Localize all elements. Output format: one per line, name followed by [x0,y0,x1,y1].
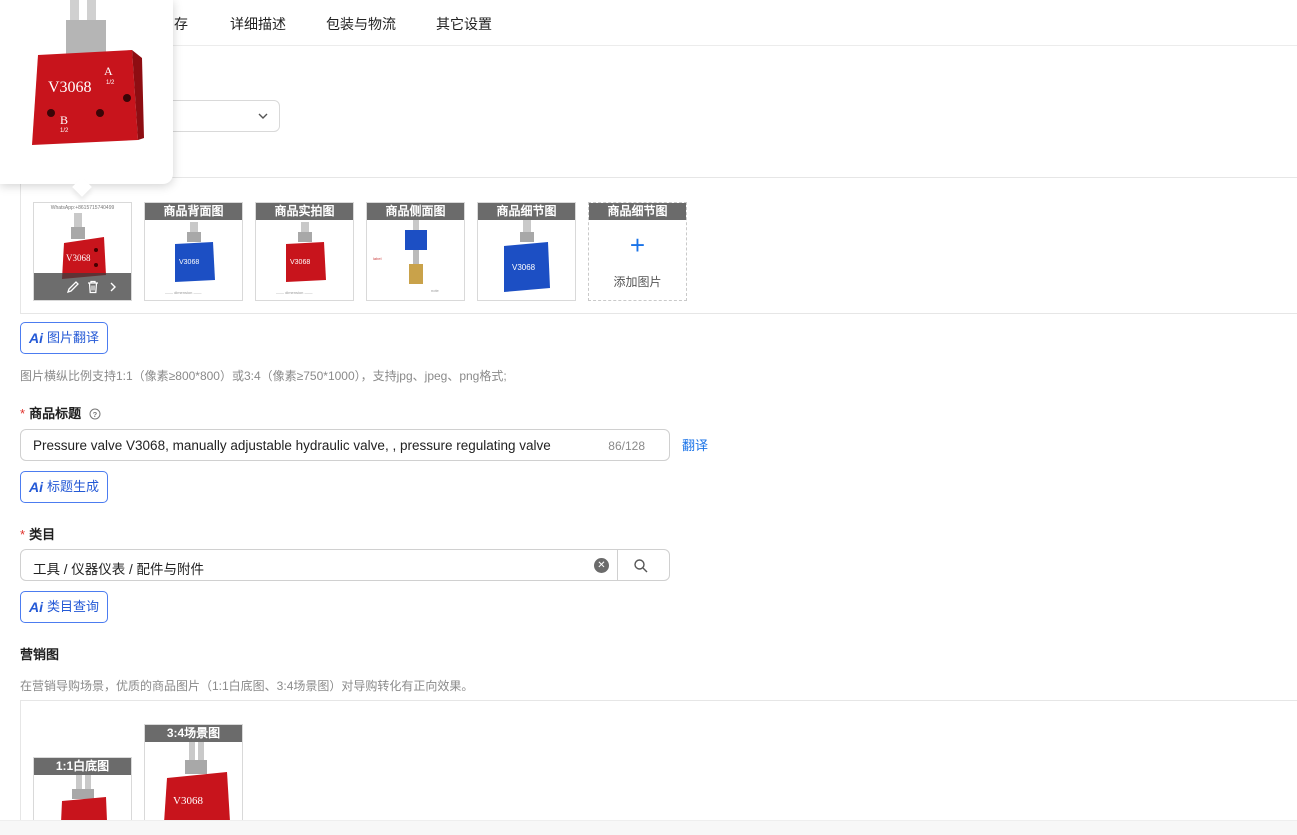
image-format-hint: 图片横纵比例支持1:1（像素≥800*800）或3:4（像素≥750*1000）… [20,369,507,383]
add-image-button[interactable]: 商品细节图 + 添加图片 [588,202,687,301]
marketing-images-hint: 在营销导购场景，优质的商品图片（1:1白底图、3:4场景图）对导购转化有正向效果… [20,679,474,693]
svg-text:note: note [431,288,440,293]
chevron-right-icon[interactable] [108,281,118,293]
ai-icon: Ai [29,599,43,615]
side-image-thumb[interactable]: 商品侧面图 label note [366,202,465,301]
add-image-label: 添加图片 [613,275,662,289]
svg-text:1/2: 1/2 [106,80,115,86]
image-caption: 商品细节图 [589,203,686,220]
chevron-down-icon [258,113,268,119]
scene-image-thumb[interactable]: 3:4场景图 V3068 [144,724,243,835]
plus-icon: + [629,230,646,260]
help-icon[interactable]: ? [89,408,101,420]
tab-inventory[interactable]: 存 [174,14,188,34]
image-caption: 商品背面图 [145,203,242,220]
svg-text:V3068: V3068 [512,263,536,272]
image-caption: 商品细节图 [478,203,575,220]
category-label: * 类目 [20,527,56,542]
svg-text:B: B [60,113,68,127]
detail-image-thumb[interactable]: 商品细节图 V3068 [477,202,576,301]
ai-icon: Ai [29,479,43,495]
translate-link[interactable]: 翻译 [682,435,708,454]
image-tools-overlay [34,273,131,300]
main-image-thumb[interactable]: WhatsApp:+8615715740499 V3068 [33,202,132,301]
category-query-button[interactable]: Ai 类目查询 [20,591,109,623]
clear-icon[interactable]: ✕ [594,558,609,573]
ai-icon: Ai [29,330,43,346]
category-value[interactable]: 工具 / 仪器仪表 / 配件与附件 [33,558,204,578]
real-shot-image-thumb[interactable]: 商品实拍图 V3068 —— dimension —— [255,202,354,301]
product-title-value[interactable]: Pressure valve V3068, manually adjustabl… [33,438,551,453]
title-generate-button[interactable]: Ai 标题生成 [20,471,109,503]
valve-image: V3068 —— dimension —— [276,222,326,295]
svg-text:—— dimension ——: —— dimension —— [165,290,201,295]
tab-detail-description[interactable]: 详细描述 [230,14,286,34]
image-translate-button[interactable]: Ai 图片翻译 [20,322,109,354]
back-image-thumb[interactable]: 商品背面图 V3068 —— dimension —— [144,202,243,301]
svg-text:—— dimension ——: —— dimension —— [276,290,312,295]
svg-text:V3068: V3068 [66,253,91,263]
valve-preview-image: V3068 A 1/2 B 1/2 [32,0,144,145]
image-caption: 3:4场景图 [145,725,242,742]
svg-text:label: label [373,256,382,261]
category-input[interactable]: 工具 / 仪器仪表 / 配件与附件 ✕ [20,549,670,581]
divider [617,550,618,580]
valve-image: label note [373,220,440,293]
title-char-count: 86/128 [608,439,645,453]
svg-text:1/2: 1/2 [60,128,69,134]
svg-text:V3068: V3068 [290,259,310,266]
delete-icon[interactable] [86,280,100,294]
tab-other-settings[interactable]: 其它设置 [436,14,492,34]
tab-packaging-logistics[interactable]: 包装与物流 [326,14,396,34]
valve-model-text: V3068 [48,79,92,96]
bottom-bar [0,820,1297,835]
svg-text:?: ? [92,410,97,419]
title-generate-label: 标题生成 [47,479,100,494]
image-caption: 1:1白底图 [34,758,131,775]
valve-image: V3068 [504,220,550,292]
marketing-images-label: 营销图 [20,647,60,662]
valve-image: V3068 —— dimension —— [165,222,215,295]
image-watermark: WhatsApp:+8615715740499 [50,205,115,211]
tab-bar: 存 详细描述 包装与物流 其它设置 [0,0,1297,46]
product-title-label: * 商品标题 ? [20,403,101,422]
image-caption: 商品实拍图 [256,203,353,220]
svg-text:A: A [104,64,113,78]
image-caption: 商品侧面图 [367,203,464,220]
edit-icon[interactable] [66,280,80,294]
image-preview-popup: V3068 A 1/2 B 1/2 [0,0,173,197]
search-icon[interactable] [633,558,649,574]
category-query-label: 类目查询 [47,599,100,614]
product-title-input[interactable]: Pressure valve V3068, manually adjustabl… [20,429,670,461]
svg-text:V3068: V3068 [173,795,203,807]
image-translate-label: 图片翻译 [47,330,100,345]
svg-text:V3068: V3068 [179,259,199,266]
